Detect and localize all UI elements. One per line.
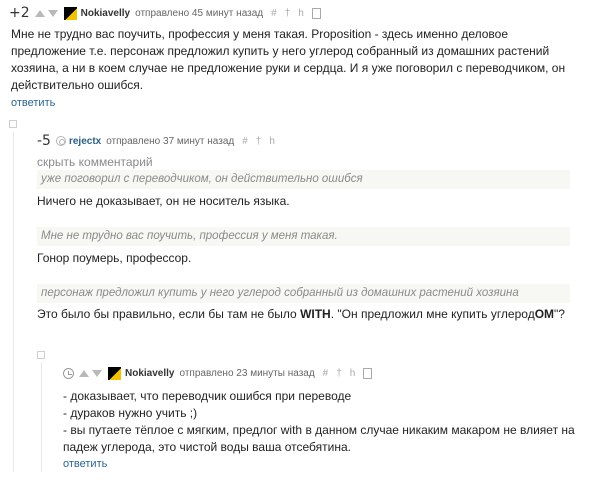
reply-link[interactable]: ответить — [11, 97, 55, 109]
comment-text: Это было бы правильно, если бы там не бы… — [37, 306, 565, 323]
upvote-arrow-icon[interactable] — [34, 9, 45, 17]
clock-icon — [63, 368, 74, 379]
thread-icon[interactable]: h — [269, 136, 275, 147]
comment-score: -5 — [37, 133, 51, 149]
save-icon[interactable] — [363, 368, 373, 379]
comment-text: Гонор поумерь, профессор. — [37, 251, 192, 265]
collapse-toggle[interactable] — [9, 120, 17, 128]
reply-link[interactable]: ответить — [63, 458, 107, 470]
collapse-toggle[interactable] — [37, 351, 45, 359]
comment-line: - доказывает, что переводчик ошибся при … — [63, 389, 352, 403]
thread-line — [41, 362, 42, 472]
username[interactable]: Nokiavelly — [125, 368, 174, 379]
comment-line: Мне не трудно вас поучить, профессия у м… — [11, 27, 508, 41]
avatar — [108, 367, 121, 380]
downvote-arrow-icon[interactable] — [47, 9, 58, 17]
comment-body: - доказывает, что переводчик ошибся при … — [63, 388, 593, 456]
comment-score: +2 — [9, 5, 30, 21]
comment-line: падеж углерода, это чистой воды ваша отс… — [63, 440, 351, 454]
text-bold: ОМ — [534, 307, 555, 321]
quote-block: персонаж предложил купить у него углерод… — [37, 284, 570, 303]
text-segment: . "Он предложил мне купить углерод — [330, 307, 535, 321]
save-icon[interactable] — [311, 7, 321, 19]
text-segment: "? — [554, 307, 565, 321]
posted-time: отправлено 23 минуты назад — [179, 368, 315, 379]
permalink-icon[interactable]: # — [271, 8, 277, 19]
comment-line: хозяина, а ни в коем случае не предложен… — [11, 61, 566, 75]
quote-block: уже поговорил с переводчиком, он действи… — [37, 170, 570, 189]
parent-icon[interactable]: † — [256, 136, 262, 147]
avatar — [63, 6, 77, 20]
username[interactable]: Nokiavelly — [81, 8, 130, 19]
comment-line: - дураков нужно учить ;) — [63, 406, 198, 420]
comment-header: Nokiavelly отправлено 23 минуты назад # … — [63, 367, 373, 380]
thread-line — [13, 132, 14, 472]
text-bold: WITH — [300, 307, 331, 321]
user-badge-icon — [55, 136, 66, 146]
comment-text: Ничего не доказывает, он не носитель язы… — [37, 194, 290, 208]
username[interactable]: rejectx — [69, 136, 101, 147]
parent-icon[interactable]: † — [336, 368, 342, 379]
posted-time: отправлено 45 минут назад — [135, 7, 264, 19]
parent-icon[interactable]: † — [285, 8, 291, 19]
thread-icon[interactable]: h — [298, 8, 304, 19]
quote-block: Мне не трудно вас поучить, профессия у м… — [37, 227, 570, 246]
comment-header: +2 Nokiavelly отправлено 45 минут назад … — [9, 5, 321, 21]
comment-line: действительно ошибся. — [11, 78, 144, 92]
hide-comment-link[interactable]: скрыть комментарий — [37, 155, 153, 169]
comment-line: предложение т.е. персонаж предложил купи… — [11, 44, 550, 58]
upvote-arrow-icon[interactable] — [79, 370, 89, 377]
permalink-icon[interactable]: # — [242, 136, 248, 147]
thread-icon[interactable]: h — [350, 368, 356, 379]
downvote-arrow-icon[interactable] — [92, 370, 102, 377]
comment-header: -5 rejectx отправлено 37 минут назад # †… — [37, 133, 283, 149]
permalink-icon[interactable]: # — [323, 368, 329, 379]
text-segment: Это было бы правильно, если бы там не бы… — [37, 307, 301, 321]
comment-body: Мне не трудно вас поучить, профессия у м… — [11, 26, 596, 94]
comment-line: - вы путаете тёплое с мягким, предлог wi… — [63, 423, 575, 437]
posted-time: отправлено 37 минут назад — [106, 135, 235, 147]
